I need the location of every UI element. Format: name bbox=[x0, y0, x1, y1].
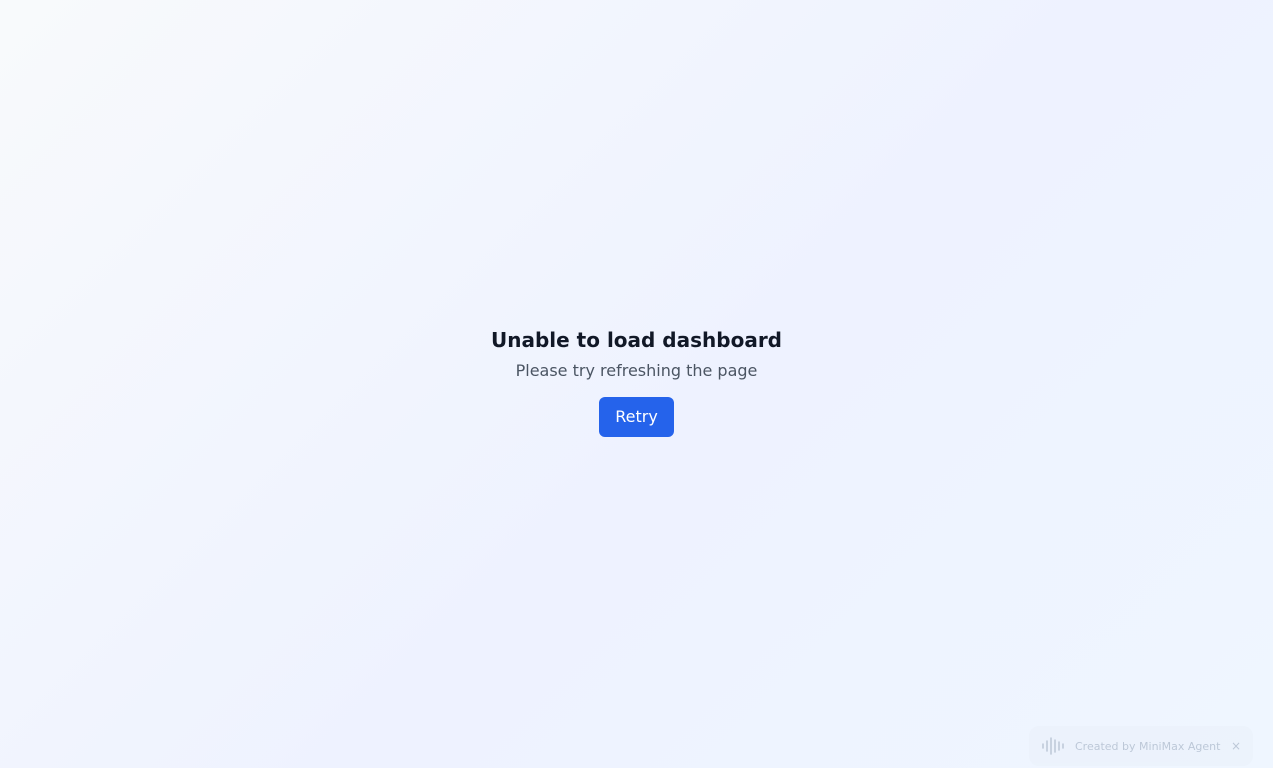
created-by-badge[interactable]: Created by MiniMax Agent × bbox=[1029, 726, 1253, 766]
close-icon[interactable]: × bbox=[1231, 739, 1241, 753]
retry-button[interactable]: Retry bbox=[599, 397, 674, 437]
waveform-icon bbox=[1041, 736, 1067, 756]
error-title: Unable to load dashboard bbox=[491, 328, 782, 352]
badge-label: Created by MiniMax Agent bbox=[1075, 739, 1221, 753]
error-message: Please try refreshing the page bbox=[515, 361, 758, 380]
error-panel: Unable to load dashboard Please try refr… bbox=[0, 326, 1273, 437]
